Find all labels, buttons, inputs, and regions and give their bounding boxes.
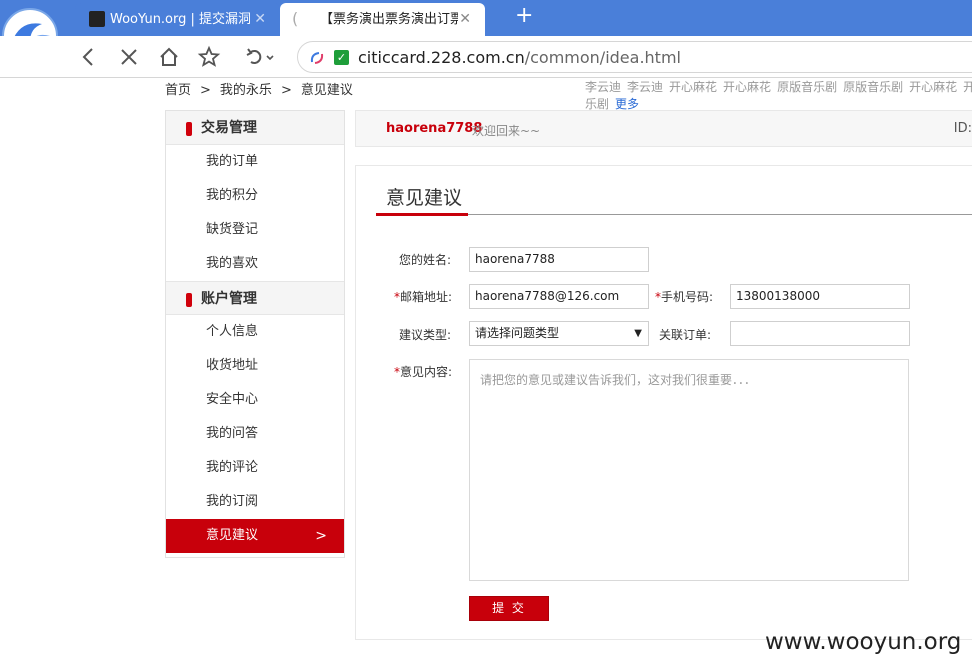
- sidebar-section-trade: 交易管理: [166, 111, 344, 145]
- phone-label: *手机号码:: [655, 290, 714, 304]
- tag-link[interactable]: 李云迪: [585, 80, 621, 94]
- browser-tab-bar: WooYun.org | 提交漏洞 ✕ ( 【票务演出票务演出订票票 ✕ +: [0, 0, 972, 64]
- dropdown-arrow-icon: ▼: [634, 328, 642, 339]
- select-value: 请选择问题类型: [475, 326, 560, 340]
- sidebar-item-orders[interactable]: 我的订单: [166, 145, 344, 179]
- feedback-content-textarea[interactable]: 请把您的意见或建议告诉我们，这对我们很重要．．．: [469, 359, 909, 581]
- related-order-field[interactable]: [730, 321, 910, 346]
- tag-row: 李云迪李云迪开心麻花开心麻花原版音乐剧原版音乐剧开心麻花开心麻花: [585, 79, 972, 96]
- page-info-icon[interactable]: [309, 50, 325, 66]
- chevron-right-icon: >: [280, 83, 292, 98]
- tag-link[interactable]: 开心麻花: [669, 80, 717, 94]
- star-icon[interactable]: [197, 45, 221, 69]
- breadcrumb-home[interactable]: 首页: [165, 83, 191, 98]
- tag-link[interactable]: 李云迪: [627, 80, 663, 94]
- back-icon[interactable]: [77, 45, 101, 69]
- chevron-right-icon: >: [200, 83, 211, 98]
- new-tab-icon[interactable]: +: [515, 3, 533, 29]
- feedback-type-select[interactable]: 请选择问题类型 ▼: [469, 321, 649, 346]
- undo-close-tab-icon[interactable]: [243, 45, 279, 69]
- secure-check-icon: ✓: [334, 50, 349, 65]
- user-id-label: ID:: [953, 121, 972, 136]
- sidebar-item-reviews[interactable]: 我的评论: [166, 451, 344, 485]
- username: haorena7788: [386, 121, 483, 136]
- close-icon[interactable]: ✕: [254, 10, 266, 28]
- more-link[interactable]: 更多: [615, 97, 639, 111]
- tag-link[interactable]: 原版音乐剧: [777, 80, 837, 94]
- tag-link[interactable]: 乐剧: [585, 97, 609, 111]
- account-sidebar: 交易管理 我的订单 我的积分 缺货登记 我的喜欢 账户管理 个人信息 收货地址 …: [165, 110, 345, 558]
- tab-title: 【票务演出票务演出订票票: [320, 12, 458, 27]
- tab-wooyun[interactable]: WooYun.org | 提交漏洞 ✕: [75, 3, 280, 36]
- sidebar-item-subscriptions[interactable]: 我的订阅: [166, 485, 344, 519]
- address-bar[interactable]: ✓ citiccard.228.com.cn/common/idea.html: [297, 41, 972, 73]
- hot-search-tags: 李云迪李云迪开心麻花开心麻花原版音乐剧原版音乐剧开心麻花开心麻花 乐剧更多: [585, 79, 972, 113]
- tag-link[interactable]: 开心麻花: [963, 80, 972, 94]
- section-marker-icon: [186, 293, 192, 307]
- name-field[interactable]: haorena7788: [469, 247, 649, 272]
- sidebar-item-favorites[interactable]: 我的喜欢: [166, 247, 344, 281]
- breadcrumb: 首页 > 我的永乐 > 意见建议: [165, 83, 353, 99]
- phone-field[interactable]: 13800138000: [730, 284, 910, 309]
- browser-toolbar: ✓ citiccard.228.com.cn/common/idea.html: [0, 36, 972, 78]
- home-icon[interactable]: [157, 45, 181, 69]
- welcome-bar: haorena7788 欢迎回来~~ ID:: [355, 110, 972, 147]
- chevron-right-icon: >: [315, 528, 327, 544]
- title-accent-underline: [376, 213, 468, 216]
- sidebar-item-address[interactable]: 收货地址: [166, 349, 344, 383]
- order-label: 关联订单:: [659, 328, 712, 342]
- textarea-placeholder: 请把您的意见或建议告诉我们，这对我们很重要．．．: [480, 373, 757, 387]
- content-label: *意见内容:: [394, 365, 453, 379]
- tag-link[interactable]: 开心麻花: [723, 80, 771, 94]
- address-url[interactable]: citiccard.228.com.cn/common/idea.html: [358, 48, 681, 68]
- tag-link[interactable]: 原版音乐剧: [843, 80, 903, 94]
- email-label: *邮箱地址:: [394, 290, 453, 304]
- name-label: 您的姓名:: [399, 253, 452, 267]
- section-marker-icon: [186, 122, 192, 136]
- breadcrumb-current: 意见建议: [300, 83, 353, 98]
- sidebar-item-security[interactable]: 安全中心: [166, 383, 344, 417]
- close-icon[interactable]: ✕: [459, 10, 471, 28]
- loading-icon: (: [292, 9, 299, 28]
- submit-button[interactable]: 提 交: [469, 596, 549, 621]
- sidebar-item-stockout[interactable]: 缺货登记: [166, 213, 344, 247]
- tag-link[interactable]: 开心麻花: [909, 80, 957, 94]
- welcome-text: 欢迎回来~~: [472, 124, 541, 138]
- email-field[interactable]: haorena7788@126.com: [469, 284, 649, 309]
- sidebar-item-feedback[interactable]: 意见建议 >: [166, 519, 344, 553]
- sidebar-item-label: 意见建议: [206, 528, 259, 543]
- sidebar-item-profile[interactable]: 个人信息: [166, 315, 344, 349]
- stop-icon[interactable]: [117, 45, 141, 69]
- feedback-panel: 意见建议 您的姓名: haorena7788 *邮箱地址: haorena778…: [355, 165, 972, 640]
- wooyun-favicon-icon: [89, 11, 105, 27]
- sidebar-item-questions[interactable]: 我的问答: [166, 417, 344, 451]
- sidebar-section-account: 账户管理: [166, 281, 344, 315]
- tab-title: WooYun.org | 提交漏洞: [110, 12, 250, 27]
- watermark: www.wooyun.org: [765, 629, 962, 655]
- sidebar-item-points[interactable]: 我的积分: [166, 179, 344, 213]
- type-label: 建议类型:: [399, 328, 452, 342]
- breadcrumb-my-yongle[interactable]: 我的永乐: [220, 83, 272, 98]
- page-title: 意见建议: [386, 187, 463, 209]
- sidebar-section-title: 交易管理: [201, 120, 257, 136]
- sidebar-section-title: 账户管理: [201, 291, 257, 307]
- tab-228[interactable]: ( 【票务演出票务演出订票票 ✕: [280, 3, 485, 36]
